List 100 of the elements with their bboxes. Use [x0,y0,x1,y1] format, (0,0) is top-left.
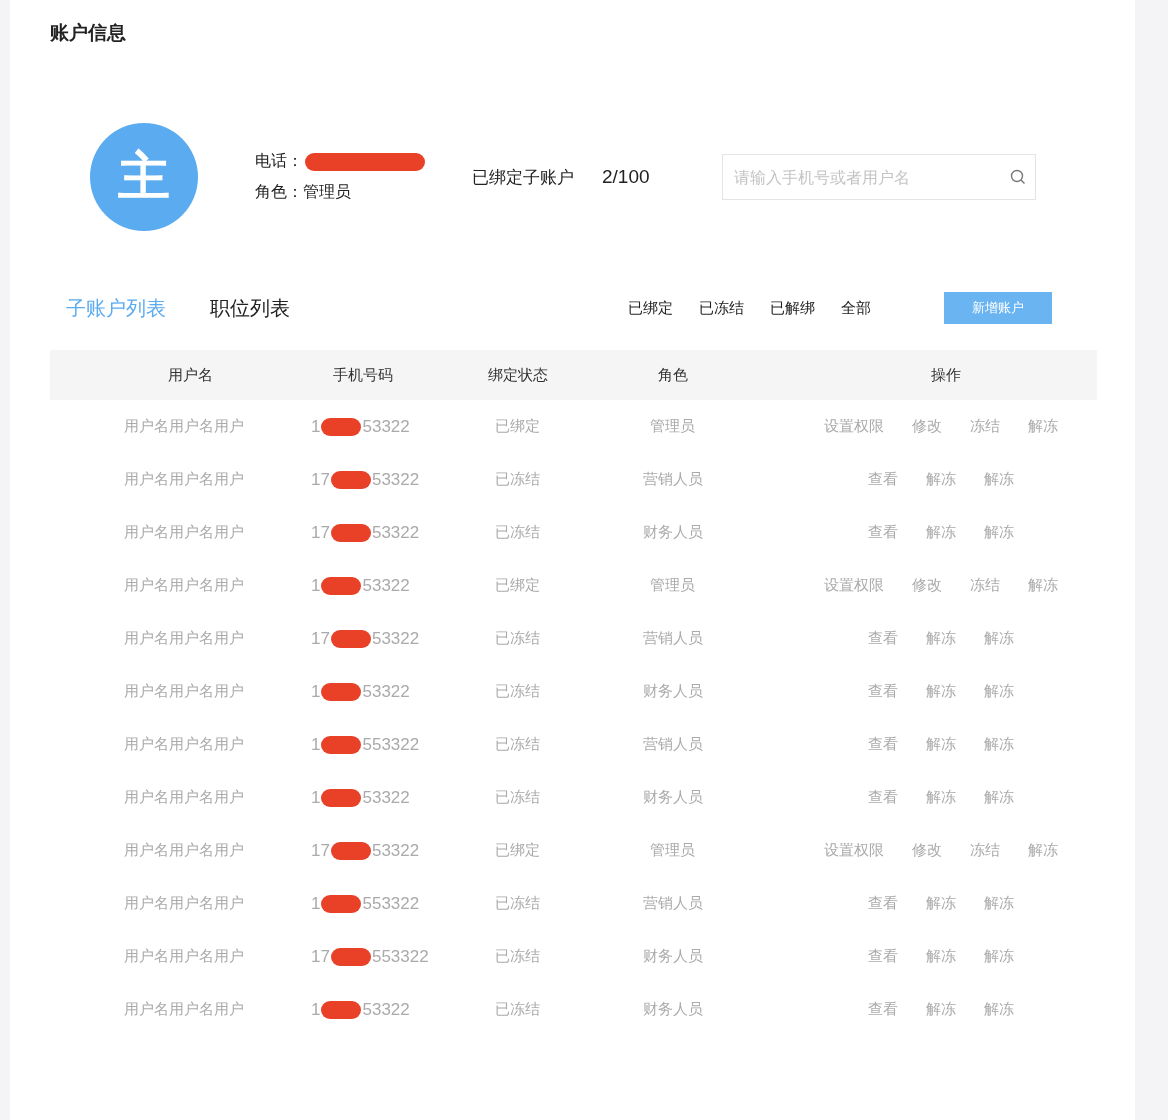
table-cell: 已冻结 [495,470,540,488]
table-cell-text: 用户名用户名用户 [123,417,245,436]
phone-fragment: 1 [311,787,321,808]
page-title: 账户信息 [50,20,127,45]
action-link[interactable]: 解冻 [926,735,956,754]
action-link[interactable]: 查看 [868,735,898,754]
phone-fragment: 553322 [371,946,429,967]
add-account-button[interactable]: 新增账户 [944,292,1052,324]
table-cell: 管理员 [650,417,695,435]
phone-fragment: 553322 [362,734,420,755]
action-link[interactable]: 解冻 [926,1000,956,1019]
action-link[interactable]: 解冻 [984,682,1014,701]
phone-fragment: 53322 [371,840,420,861]
table-cell: 已冻结 [495,682,540,700]
tab[interactable]: 子账户列表 [66,294,166,322]
filter-link[interactable]: 已冻结 [699,298,744,318]
table-cell: 已冻结 [495,947,540,965]
action-link[interactable]: 解冻 [984,735,1014,754]
action-link[interactable]: 解冻 [984,1000,1014,1019]
phone-fragment: 53322 [362,575,410,596]
action-link[interactable]: 解冻 [926,470,956,489]
action-link[interactable]: 解冻 [926,947,956,966]
action-link[interactable]: 解冻 [926,629,956,648]
redaction-mark [321,576,362,595]
action-link[interactable]: 解冻 [1028,841,1058,860]
redaction-mark [321,894,362,913]
table-cell-text: 用户名用户名用户 [123,1000,245,1019]
action-link[interactable]: 解冻 [984,470,1014,489]
table-cell: 已冻结 [495,788,540,806]
action-link[interactable]: 查看 [868,523,898,542]
phone-fragment: 553322 [362,893,420,914]
phone-fragment: 1 [311,734,321,755]
table-cell: 营销人员 [642,735,703,753]
action-link[interactable]: 解冻 [984,523,1014,542]
action-link[interactable]: 查看 [868,1000,898,1019]
action-link[interactable]: 修改 [912,841,942,860]
action-link[interactable]: 冻结 [970,576,1000,595]
action-link[interactable]: 查看 [868,470,898,489]
action-link[interactable]: 解冻 [926,523,956,542]
table-cell: 财务人员 [642,788,703,806]
phone-fragment: 17 [311,522,330,543]
table-cell: 营销人员 [642,629,703,647]
phone-fragment: 1 [311,681,321,702]
action-link[interactable]: 解冻 [984,947,1014,966]
table-cell: 管理员 [650,841,695,859]
phone-fragment: 1 [311,893,321,914]
phone-fragment: 53322 [371,628,420,649]
action-link[interactable]: 修改 [912,417,942,436]
column-header: 绑定状态 [486,365,549,385]
action-link[interactable]: 解冻 [1028,576,1058,595]
table-cell-text: 用户名用户名用户 [123,523,245,542]
action-link[interactable]: 解冻 [926,682,956,701]
filter-link[interactable]: 已绑定 [628,298,673,318]
tab[interactable]: 职位列表 [210,294,290,322]
phone-fragment: 53322 [371,469,420,490]
table-cell: 已冻结 [495,523,540,541]
table-cell-text: 用户名用户名用户 [123,894,245,913]
table-cell-text: 用户名用户名用户 [123,682,245,701]
redaction-mark [330,841,371,860]
action-link[interactable]: 解冻 [984,629,1014,648]
filter-link[interactable]: 全部 [841,298,871,318]
column-header: 手机号码 [331,365,394,385]
table-cell: 已绑定 [495,841,540,859]
action-link[interactable]: 查看 [868,682,898,701]
action-link[interactable]: 修改 [912,576,942,595]
redaction-mark [321,682,362,701]
table-cell-text: 用户名用户名用户 [123,629,245,648]
table-cell-text: 用户名用户名用户 [123,947,245,966]
search-field[interactable]: 请输入手机号或者用户名 [722,154,1036,200]
phone-fragment: 53322 [362,787,410,808]
table-cell: 已冻结 [495,894,540,912]
phone-fragment: 53322 [362,416,410,437]
action-link[interactable]: 设置权限 [824,841,884,860]
action-link[interactable]: 解冻 [984,788,1014,807]
table-cell: 已冻结 [495,1000,540,1018]
filter-link[interactable]: 已解绑 [770,298,815,318]
table-cell: 财务人员 [642,523,703,541]
action-link[interactable]: 设置权限 [824,417,884,436]
table-cell-text: 用户名用户名用户 [123,735,245,754]
action-link[interactable]: 冻结 [970,841,1000,860]
table-cell: 已绑定 [495,576,540,594]
phone-fragment: 1 [311,575,321,596]
column-header: 角色 [656,365,689,385]
phone-fragment: 53322 [362,999,410,1020]
action-link[interactable]: 设置权限 [824,576,884,595]
table-cell-text: 用户名用户名用户 [123,470,245,489]
action-link[interactable]: 解冻 [1028,417,1058,436]
phone-fragment: 1 [311,999,321,1020]
action-link[interactable]: 查看 [868,947,898,966]
action-link[interactable]: 解冻 [984,894,1014,913]
avatar: 主 [90,123,198,231]
table-cell-text: 用户名用户名用户 [123,788,245,807]
action-link[interactable]: 查看 [868,894,898,913]
action-link[interactable]: 查看 [868,629,898,648]
action-link[interactable]: 冻结 [970,417,1000,436]
action-link[interactable]: 查看 [868,788,898,807]
redaction-mark [321,735,362,754]
action-link[interactable]: 解冻 [926,894,956,913]
redaction-mark [330,629,371,648]
action-link[interactable]: 解冻 [926,788,956,807]
